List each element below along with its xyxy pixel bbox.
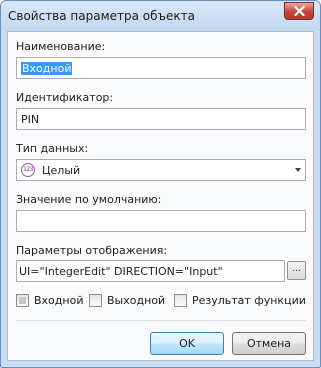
- identifier-label: Идентификатор:: [16, 91, 114, 104]
- display-params-value: UI="IntegerEdit" DIRECTION="Input": [19, 265, 223, 278]
- data-type-label: Тип данных:: [16, 142, 89, 155]
- checkbox-input-label: Входной: [34, 294, 84, 307]
- checkbox-output[interactable]: Выходной: [89, 294, 165, 308]
- name-value: Входной: [21, 62, 73, 75]
- identifier-value: PIN: [21, 113, 40, 126]
- display-params-field[interactable]: UI="IntegerEdit" DIRECTION="Input": [16, 260, 285, 282]
- dialog-body: Наименование: Входной Идентификатор: PIN…: [7, 31, 314, 361]
- dropdown-arrow-icon[interactable]: [295, 168, 301, 172]
- close-button[interactable]: [284, 2, 314, 20]
- checkbox-input[interactable]: Входной: [16, 294, 83, 308]
- checkbox-output-box[interactable]: [89, 294, 102, 307]
- default-value-label: Значение по умолчанию:: [16, 193, 162, 206]
- title-bar: Свойства параметра объекта: [1, 1, 320, 31]
- cancel-button[interactable]: Отмена: [232, 332, 306, 355]
- checkbox-function-result[interactable]: Результат функции: [174, 294, 306, 308]
- checkbox-function-result-label: Результат функции: [192, 294, 306, 307]
- default-value-field[interactable]: [16, 210, 306, 232]
- dialog-window: Свойства параметра объекта Наименование:…: [0, 0, 321, 368]
- checkbox-input-box[interactable]: [16, 294, 29, 307]
- integer-type-icon: 123: [21, 163, 35, 177]
- name-field[interactable]: Входной: [16, 57, 306, 79]
- close-icon: [294, 6, 305, 16]
- checkbox-output-label: Выходной: [107, 294, 166, 307]
- dialog-title: Свойства параметра объекта: [8, 9, 195, 23]
- checkbox-function-result-box[interactable]: [174, 294, 187, 307]
- name-label: Наименование:: [16, 40, 106, 53]
- identifier-field[interactable]: PIN: [16, 108, 306, 130]
- display-params-label: Параметры отображения:: [16, 244, 168, 257]
- data-type-value: Целый: [42, 164, 81, 177]
- browse-button[interactable]: ...: [287, 261, 306, 280]
- divider: [16, 320, 306, 321]
- data-type-select[interactable]: 123 Целый: [16, 159, 306, 181]
- ok-button[interactable]: OK: [150, 332, 224, 355]
